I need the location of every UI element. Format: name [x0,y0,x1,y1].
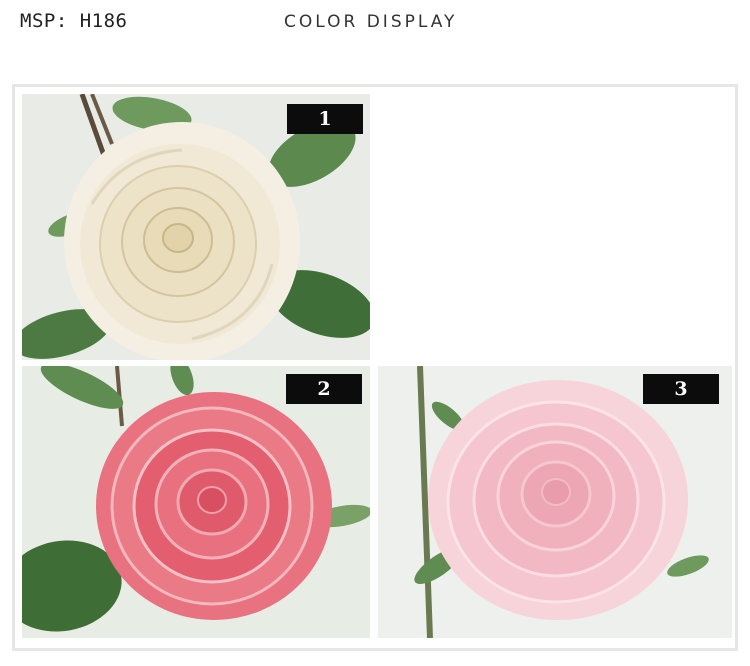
rose-photo-pink [22,366,370,638]
variant-badge-1: 1 [287,104,363,134]
msp-code: MSP: H186 [20,10,128,32]
rose-photo-light-pink [378,366,732,638]
variant-badge-2: 2 [286,374,362,404]
variant-badge-3: 3 [643,374,719,404]
page-title: COLOR DISPLAY [284,12,458,32]
